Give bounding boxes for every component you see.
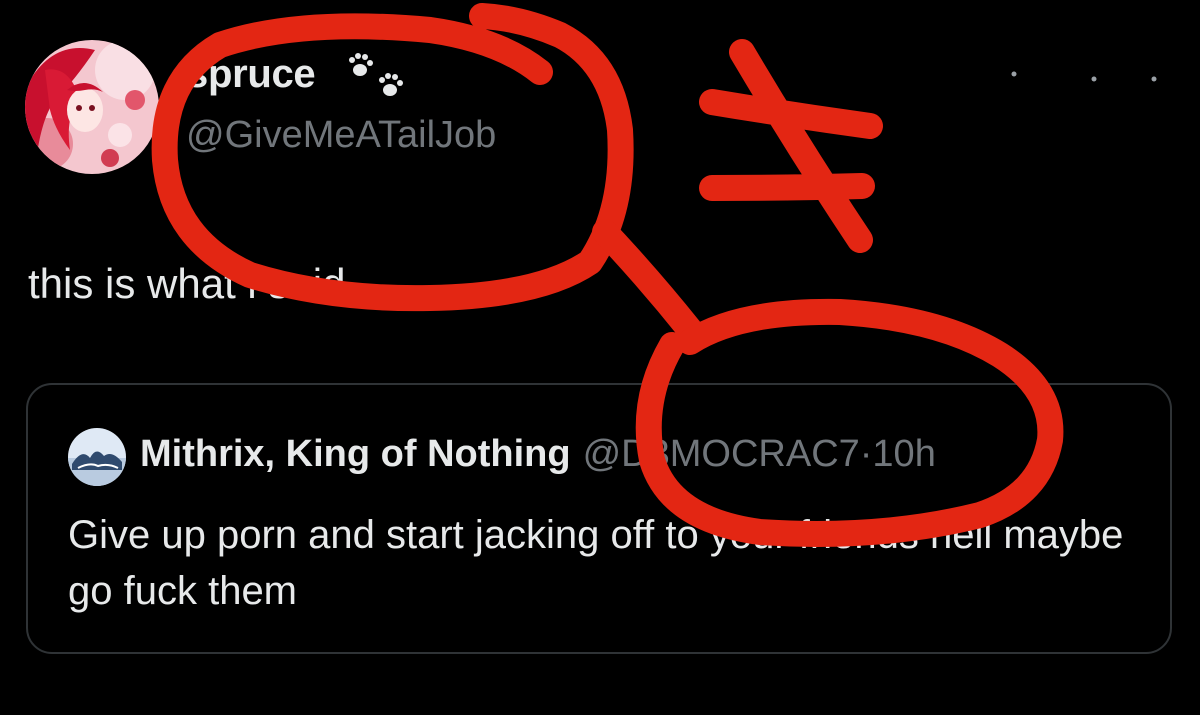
anime-avatar-image: [25, 40, 159, 174]
author-handle[interactable]: @GiveMeATailJob: [186, 114, 496, 157]
quote-separator: ·: [859, 433, 873, 475]
paw-prints-icon: [349, 53, 403, 96]
author-display-name[interactable]: spruce: [186, 52, 316, 97]
connector-line-annotation: [592, 219, 703, 343]
landscape-avatar-image: [68, 428, 126, 486]
quote-display-name[interactable]: Mithrix, King of Nothing: [140, 433, 571, 475]
more-options-icon[interactable]: [1004, 70, 1164, 82]
tweet-text: this is what i said: [28, 260, 346, 307]
quote-handle[interactable]: @D3MOCRAC7: [583, 433, 860, 475]
quote-timestamp[interactable]: 10h: [872, 433, 935, 475]
quote-body-text: Give up porn and start jacking off to yo…: [68, 513, 1124, 613]
quote-tweet-card[interactable]: Mithrix, King of Nothing @D3MOCRAC7·10h G…: [26, 383, 1172, 654]
quote-header: Mithrix, King of Nothing @D3MOCRAC7·10h: [140, 433, 936, 476]
author-avatar[interactable]: [25, 40, 159, 174]
quote-author-avatar[interactable]: [68, 428, 126, 486]
not-equal-sign-annotation: [699, 39, 883, 253]
